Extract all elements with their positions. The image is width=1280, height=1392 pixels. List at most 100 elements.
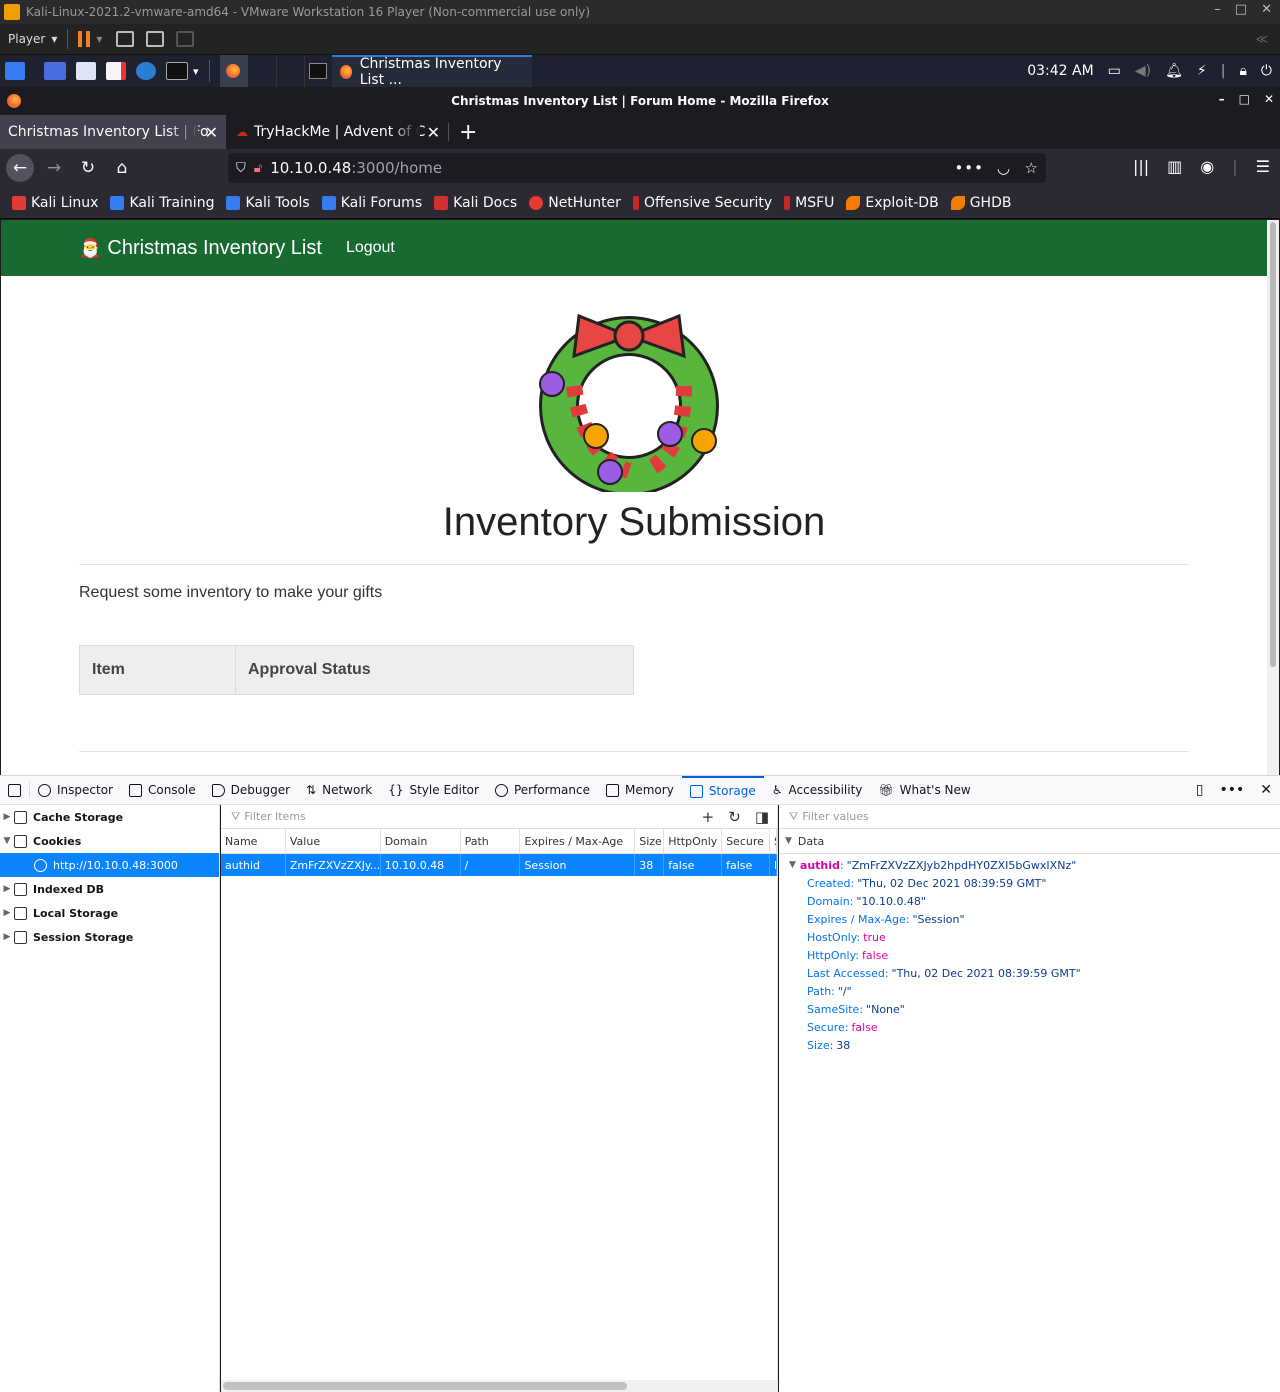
tab-style-editor[interactable]: {} Style Editor bbox=[380, 776, 487, 804]
collapse-icon[interactable]: ≪ bbox=[1255, 32, 1268, 46]
cookie-object[interactable]: ▼ authid: "ZmFrZXVzZXJyb2hpdHY0ZXI5bGwxI… bbox=[779, 856, 1280, 874]
maximize-icon[interactable]: □ bbox=[1235, 2, 1247, 17]
tree-cookie-origin[interactable]: http://10.10.0.48:3000 bbox=[0, 853, 219, 877]
tab-inspector[interactable]: Inspector bbox=[30, 776, 121, 804]
tree-cookies[interactable]: ▼ Cookies bbox=[0, 829, 219, 853]
pocket-icon[interactable]: ◡ bbox=[997, 159, 1010, 177]
kali-menu-icon[interactable] bbox=[5, 62, 25, 80]
player-menu[interactable]: Player ▾ bbox=[8, 32, 57, 46]
tab-console[interactable]: Console bbox=[121, 776, 204, 804]
pause-dropdown-icon[interactable]: ▾ bbox=[96, 32, 102, 46]
tree-session-storage[interactable]: ▶ Session Storage bbox=[0, 925, 219, 949]
column-header[interactable]: Name bbox=[221, 829, 286, 853]
column-header[interactable]: Expires / Max-Age bbox=[520, 829, 636, 853]
maximize-icon[interactable]: □ bbox=[1239, 92, 1250, 106]
show-desktop-icon[interactable] bbox=[44, 62, 66, 80]
bookmark-kali-training[interactable]: Kali Training bbox=[110, 195, 214, 211]
bookmark-ghdb[interactable]: GHDB bbox=[950, 195, 1011, 211]
workspace-3[interactable] bbox=[275, 55, 304, 87]
terminal-icon[interactable] bbox=[166, 62, 188, 80]
minimize-icon[interactable]: – bbox=[1219, 92, 1225, 106]
power-manager-icon[interactable]: ⚡︎ bbox=[1197, 63, 1207, 79]
logout-link[interactable]: Logout bbox=[346, 239, 395, 257]
toggle-sidebar-icon[interactable]: ◨ bbox=[755, 808, 769, 826]
workspace-4[interactable] bbox=[303, 55, 332, 87]
insecure-lock-icon[interactable]: 🔓︎ bbox=[254, 161, 262, 176]
dock-toggle-icon[interactable]: ▯ bbox=[1196, 782, 1204, 798]
tab-close-icon[interactable]: ✕ bbox=[205, 123, 218, 142]
bookmark-kali-tools[interactable]: Kali Tools bbox=[226, 195, 310, 211]
firefox-task-icon[interactable] bbox=[219, 55, 248, 87]
page-scrollbar[interactable] bbox=[1267, 220, 1279, 775]
home-button[interactable]: ⌂ bbox=[108, 154, 136, 182]
account-icon[interactable]: ◉ bbox=[1200, 157, 1214, 176]
column-header[interactable]: Path bbox=[461, 829, 521, 853]
bookmark-kali-forums[interactable]: Kali Forums bbox=[321, 195, 422, 211]
refresh-icon[interactable]: ↻ bbox=[728, 808, 741, 826]
bookmark-offensive-security[interactable]: Offensive Security bbox=[632, 195, 772, 211]
volume-icon[interactable]: ◀) bbox=[1135, 63, 1151, 79]
tab-debugger[interactable]: Debugger bbox=[204, 776, 298, 804]
devtools-close-icon[interactable]: ✕ bbox=[1260, 782, 1272, 798]
element-picker-icon[interactable] bbox=[0, 776, 29, 804]
tab-tryhackme[interactable]: ☁ TryHackMe | Advent of C ✕ bbox=[226, 115, 448, 149]
tab-memory[interactable]: Memory bbox=[598, 776, 682, 804]
tab-network[interactable]: ⇅ Network bbox=[298, 776, 380, 804]
bookmark-kali-linux[interactable]: Kali Linux bbox=[12, 195, 98, 211]
unity-icon[interactable] bbox=[176, 31, 195, 47]
display-icon[interactable]: ▭ bbox=[1108, 63, 1121, 79]
workspace-2[interactable] bbox=[248, 55, 276, 87]
new-tab-button[interactable]: + bbox=[449, 115, 487, 149]
column-header[interactable]: S bbox=[770, 829, 777, 853]
text-editor-icon[interactable] bbox=[106, 62, 126, 80]
notification-bell-icon[interactable]: 🔔︎ bbox=[1165, 63, 1183, 79]
panel-clock[interactable]: 03:42 AM bbox=[1027, 63, 1093, 79]
tracking-protection-icon[interactable]: ⛉ bbox=[236, 161, 246, 176]
lock-icon[interactable]: 🔒︎ bbox=[1239, 63, 1246, 79]
site-brand[interactable]: 🎅 Christmas Inventory List bbox=[79, 237, 322, 260]
tab-performance[interactable]: Performance bbox=[487, 776, 598, 804]
pause-icon[interactable] bbox=[78, 31, 91, 47]
bookmark-exploit-db[interactable]: Exploit-DB bbox=[846, 195, 939, 211]
back-button[interactable]: ← bbox=[6, 154, 34, 182]
page-actions-icon[interactable]: ••• bbox=[954, 159, 984, 177]
column-header[interactable]: Value bbox=[286, 829, 381, 853]
table-horizontal-scrollbar[interactable] bbox=[221, 1380, 778, 1392]
tab-close-icon[interactable]: ✕ bbox=[427, 123, 440, 142]
add-item-icon[interactable]: + bbox=[702, 808, 715, 826]
sidebar-icon[interactable]: ▥ bbox=[1167, 157, 1182, 176]
reload-button[interactable]: ↻ bbox=[74, 154, 102, 182]
column-header[interactable]: HttpOnly bbox=[664, 829, 723, 853]
file-manager-icon[interactable] bbox=[76, 62, 96, 80]
tree-cache-storage[interactable]: ▶ Cache Storage bbox=[0, 805, 219, 829]
tab-accessibility[interactable]: ♿︎ Accessibility bbox=[764, 776, 871, 804]
bookmark-star-icon[interactable]: ☆ bbox=[1025, 159, 1038, 177]
chevron-down-icon[interactable]: ▾ bbox=[193, 65, 199, 78]
menu-icon[interactable]: ☰ bbox=[1256, 157, 1270, 176]
devtools-menu-icon[interactable]: ••• bbox=[1219, 782, 1244, 798]
filter-values-input[interactable]: ⛛ Filter values bbox=[779, 805, 1280, 829]
data-section-header[interactable]: ▼ Data bbox=[779, 829, 1280, 854]
web-browser-icon[interactable] bbox=[136, 62, 156, 80]
table-row[interactable]: authid ZmFrZXVzZXJy... 10.10.0.48 / Sess… bbox=[221, 854, 777, 876]
close-icon[interactable]: ✕ bbox=[1264, 92, 1274, 106]
tree-local-storage[interactable]: ▶ Local Storage bbox=[0, 901, 219, 925]
column-header[interactable]: Size bbox=[635, 829, 665, 853]
bookmark-nethunter[interactable]: NetHunter bbox=[529, 195, 621, 211]
taskbar-firefox-window[interactable]: Christmas Inventory List ... bbox=[331, 55, 532, 88]
forward-button[interactable]: → bbox=[40, 154, 68, 182]
minimize-icon[interactable]: – bbox=[1214, 2, 1221, 17]
tab-storage[interactable]: Storage bbox=[681, 776, 764, 804]
column-header[interactable]: Secure bbox=[722, 829, 770, 853]
close-icon[interactable]: ✕ bbox=[1261, 2, 1272, 17]
filter-items-input[interactable]: ⛛ Filter Items + ↻ ◨ bbox=[221, 805, 777, 829]
logout-icon[interactable]: ⏻ bbox=[1261, 63, 1272, 79]
url-bar[interactable]: ⛉ 🔓︎ 10.10.0.48:3000/home ••• ◡ ☆ bbox=[228, 153, 1046, 183]
bookmark-kali-docs[interactable]: Kali Docs bbox=[434, 195, 517, 211]
tab-christmas-inventory[interactable]: Christmas Inventory List | Fo ✕ bbox=[0, 115, 226, 149]
column-header[interactable]: Domain bbox=[381, 829, 461, 853]
library-icon[interactable]: ||| bbox=[1133, 157, 1149, 176]
tree-indexed-db[interactable]: ▶ Indexed DB bbox=[0, 877, 219, 901]
send-ctrl-alt-del-icon[interactable] bbox=[116, 31, 135, 47]
tab-whats-new[interactable]: 🎁︎ What's New bbox=[870, 776, 978, 804]
